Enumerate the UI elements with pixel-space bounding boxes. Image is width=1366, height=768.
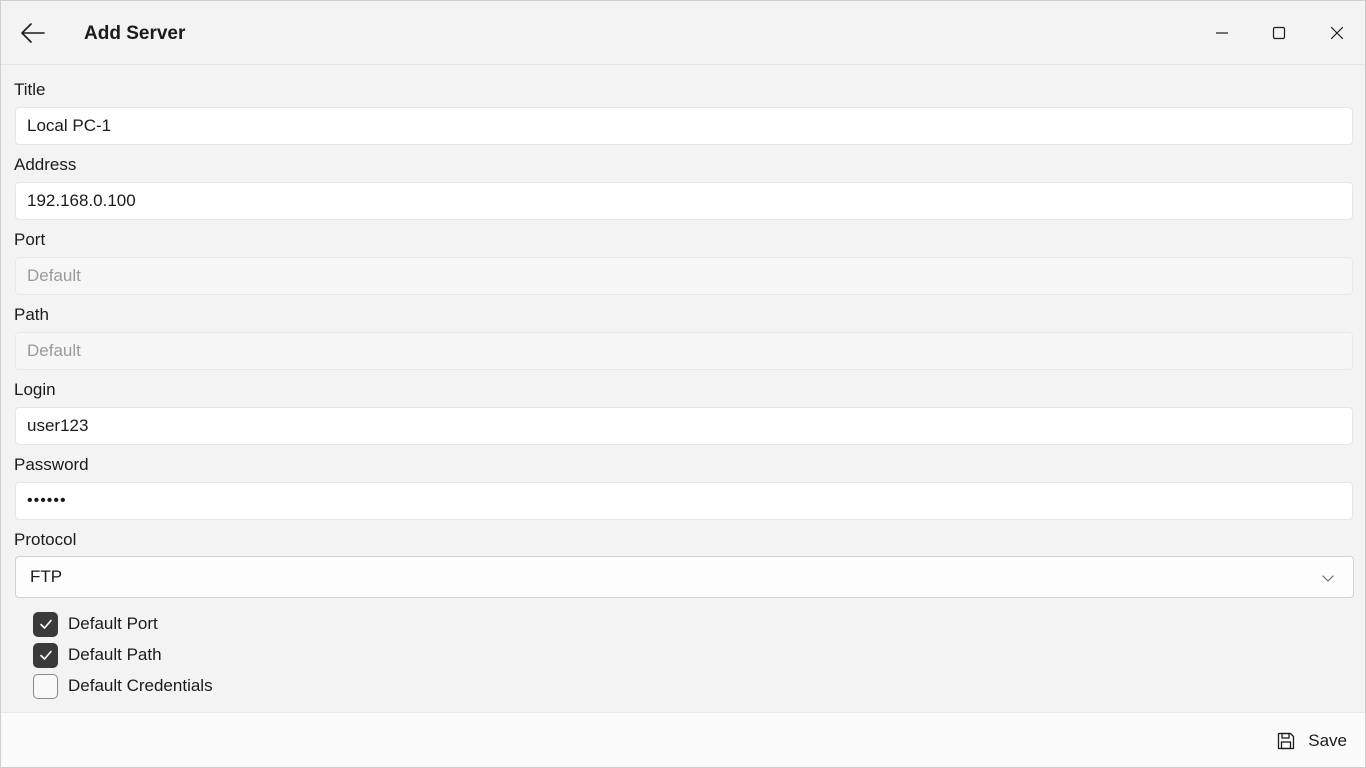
back-arrow-icon: [21, 23, 45, 43]
path-label: Path: [14, 305, 49, 324]
checkmark-icon: [39, 619, 52, 629]
close-icon: [1330, 26, 1344, 40]
login-label: Login: [14, 380, 56, 399]
login-input[interactable]: user123: [15, 407, 1353, 445]
close-button[interactable]: [1314, 15, 1360, 51]
maximize-button[interactable]: [1256, 15, 1302, 51]
form-content: Title Local PC-1 Address 192.168.0.100 P…: [1, 65, 1365, 713]
password-label: Password: [14, 455, 89, 474]
address-input[interactable]: 192.168.0.100: [15, 182, 1353, 220]
title-input[interactable]: Local PC-1: [15, 107, 1353, 145]
command-bar: Save: [1, 712, 1365, 767]
default-path-checkbox-row[interactable]: Default Path: [33, 642, 162, 668]
maximize-icon: [1272, 26, 1286, 40]
window-title: Add Server: [84, 23, 186, 44]
chevron-down-icon: [1322, 575, 1334, 582]
title-bar: Add Server: [1, 1, 1365, 65]
minimize-icon: [1216, 32, 1228, 34]
title-label: Title: [14, 80, 46, 99]
save-button[interactable]: Save: [1276, 728, 1347, 754]
add-server-window: Add Server Title Local PC-1 Address 192.…: [0, 0, 1366, 768]
default-port-label: Default Port: [68, 614, 158, 633]
password-input[interactable]: ••••••: [15, 482, 1353, 520]
save-button-label: Save: [1308, 731, 1347, 750]
default-path-label: Default Path: [68, 645, 162, 664]
path-input[interactable]: Default: [15, 332, 1353, 370]
back-button[interactable]: [13, 15, 53, 51]
default-credentials-checkbox-row[interactable]: Default Credentials: [33, 673, 213, 699]
port-label: Port: [14, 230, 46, 249]
default-credentials-checkbox[interactable]: [33, 673, 58, 699]
protocol-selected-value: FTP: [30, 567, 63, 586]
minimize-button[interactable]: [1199, 15, 1245, 51]
default-credentials-label: Default Credentials: [68, 676, 213, 695]
default-port-checkbox[interactable]: [33, 611, 58, 637]
port-input[interactable]: Default: [15, 257, 1353, 295]
protocol-select[interactable]: FTP: [15, 556, 1354, 598]
address-label: Address: [14, 155, 77, 174]
default-path-checkbox[interactable]: [33, 642, 58, 668]
checkmark-icon: [39, 650, 52, 660]
default-port-checkbox-row[interactable]: Default Port: [33, 611, 158, 637]
protocol-label: Protocol: [14, 530, 77, 549]
floppy-disk-icon: [1278, 732, 1295, 750]
